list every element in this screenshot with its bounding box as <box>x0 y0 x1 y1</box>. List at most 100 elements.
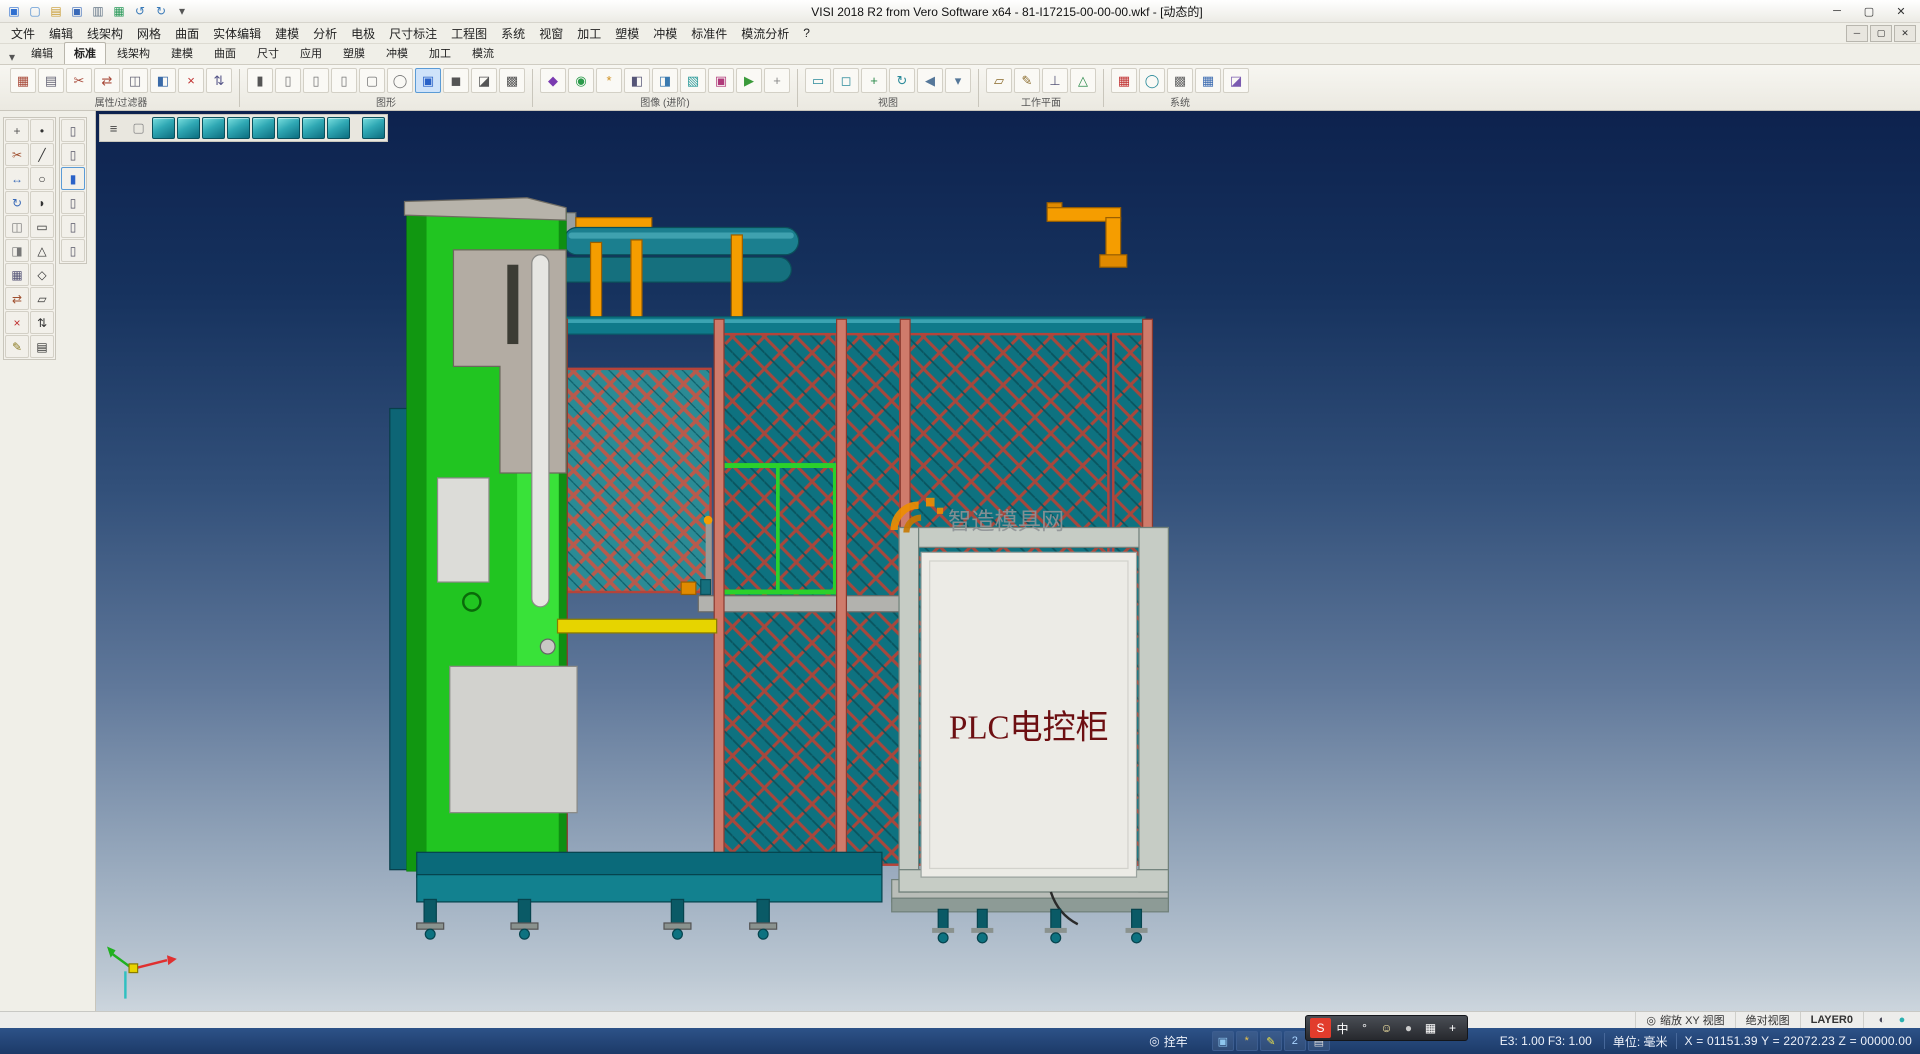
tab-apply[interactable]: 应用 <box>290 42 332 64</box>
trim-icon[interactable]: ✂ <box>5 143 29 166</box>
scale-entity-icon[interactable]: ◨ <box>5 239 29 262</box>
view-dynamic-icon[interactable] <box>362 117 385 139</box>
menu-dimension[interactable]: 尺寸标注 <box>382 23 444 44</box>
modify-icon[interactable]: ✎ <box>5 335 29 358</box>
close-button[interactable]: ✕ <box>1886 2 1916 20</box>
pin-toggle[interactable]: ◎ 拴牢 <box>1149 1033 1188 1050</box>
filter-point-icon[interactable]: ▯ <box>61 215 85 238</box>
workplane-xy-icon[interactable]: ▱ <box>986 68 1012 93</box>
tab-mold[interactable]: 塑膜 <box>333 42 375 64</box>
app-logo-icon[interactable]: ▣ <box>4 3 24 20</box>
workplane-align-icon[interactable]: ⊥ <box>1042 68 1068 93</box>
rotate-entity-icon[interactable]: ↻ <box>5 191 29 214</box>
menu-standard-parts[interactable]: 标准件 <box>684 23 734 44</box>
menu-system[interactable]: 系统 <box>494 23 532 44</box>
view-axonometric-icon[interactable] <box>327 117 350 139</box>
absolute-view-segment[interactable]: 绝对视图 <box>1735 1012 1800 1028</box>
status-edit-icon[interactable]: ✎ <box>1260 1031 1282 1051</box>
view-left-icon[interactable] <box>252 117 275 139</box>
ime-emoji-icon[interactable]: ☺ <box>1376 1018 1397 1038</box>
undo-icon[interactable]: ↺ <box>130 3 150 20</box>
image-settings-icon[interactable]: + <box>764 68 790 93</box>
menu-die[interactable]: 冲模 <box>646 23 684 44</box>
status-online-icon[interactable]: ● <box>1894 1014 1910 1027</box>
animation-icon[interactable]: ▶ <box>736 68 762 93</box>
ime-keyboard-icon[interactable]: ▦ <box>1420 1018 1441 1038</box>
mirror-icon[interactable]: ◫ <box>5 215 29 238</box>
save-file-icon[interactable]: ▣ <box>67 3 87 20</box>
rectangle-icon[interactable]: ▭ <box>30 215 54 238</box>
tab-machining[interactable]: 加工 <box>419 42 461 64</box>
quick-access-dropdown-icon[interactable]: ▾ <box>172 3 192 20</box>
point-icon[interactable]: • <box>30 119 54 142</box>
filter-curve-icon[interactable]: ▯ <box>61 191 85 214</box>
shaded-edges-icon[interactable]: ▣ <box>415 68 441 93</box>
solid-box-icon[interactable]: ◼ <box>443 68 469 93</box>
wireframe-icon[interactable]: ▯ <box>275 68 301 93</box>
menu-surface[interactable]: 曲面 <box>168 23 206 44</box>
calculator-icon[interactable]: ▦ <box>1195 68 1221 93</box>
reflection-icon[interactable]: ◨ <box>652 68 678 93</box>
select-icon[interactable]: + <box>5 119 29 142</box>
workplane-edit-icon[interactable]: ✎ <box>1014 68 1040 93</box>
print-icon[interactable]: ▥ <box>88 3 108 20</box>
hidden-line-icon[interactable]: ▯ <box>303 68 329 93</box>
tab-standard[interactable]: 标准 <box>64 42 106 64</box>
swap-entities-icon[interactable]: ⇄ <box>94 68 120 93</box>
zoom-all-icon[interactable]: ▭ <box>805 68 831 93</box>
filter-surface-icon[interactable]: ▯ <box>61 143 85 166</box>
menu-drawing[interactable]: 工程图 <box>444 23 494 44</box>
sphere-render-icon[interactable]: ◯ <box>387 68 413 93</box>
background-image-icon[interactable]: ▧ <box>680 68 706 93</box>
status-render-icon[interactable]: * <box>1236 1031 1258 1051</box>
color-palette-icon[interactable]: ▦ <box>1111 68 1137 93</box>
join-icon[interactable]: ⇄ <box>5 287 29 310</box>
menu-help[interactable]: ? <box>796 24 817 42</box>
circle-icon[interactable]: ○ <box>30 167 54 190</box>
tab-surface[interactable]: 曲面 <box>204 42 246 64</box>
tab-die[interactable]: 冲模 <box>376 42 418 64</box>
ghost-view-icon[interactable]: ▯ <box>331 68 357 93</box>
rotate-view-icon[interactable]: ↻ <box>889 68 915 93</box>
section-view-icon[interactable]: ◪ <box>471 68 497 93</box>
preview-icon[interactable]: ▦ <box>109 3 129 20</box>
view-list-icon[interactable]: ≡ <box>102 117 125 139</box>
mdi-close-button[interactable]: ✕ <box>1894 25 1916 42</box>
shadows-icon[interactable]: ◧ <box>624 68 650 93</box>
system-globe-icon[interactable]: ◯ <box>1139 68 1165 93</box>
shaded-view-icon[interactable]: ▮ <box>247 68 273 93</box>
status-help-icon[interactable]: 2 <box>1284 1031 1306 1051</box>
view-right-icon[interactable] <box>277 117 300 139</box>
menu-edit[interactable]: 编辑 <box>42 23 80 44</box>
view-iso-icon[interactable] <box>152 117 175 139</box>
layer-copy-icon[interactable]: ◫ <box>122 68 148 93</box>
transfer-icon[interactable]: ⇅ <box>206 68 232 93</box>
menu-window[interactable]: 视窗 <box>532 23 570 44</box>
parallelogram-icon[interactable]: ▱ <box>30 287 54 310</box>
attribute-filter-icon[interactable]: ▦ <box>10 68 36 93</box>
sogou-icon[interactable]: S <box>1310 1018 1331 1038</box>
polygon-icon[interactable]: △ <box>30 239 54 262</box>
ellipse-icon[interactable]: ◇ <box>30 263 54 286</box>
text-tool-icon[interactable]: ▤ <box>30 335 54 358</box>
menu-mesh[interactable]: 网格 <box>130 23 168 44</box>
menu-file[interactable]: 文件 <box>4 23 42 44</box>
tab-modeling[interactable]: 建模 <box>161 42 203 64</box>
translate-icon[interactable]: ↔ <box>5 167 29 190</box>
tab-wireframe[interactable]: 线架构 <box>107 42 160 64</box>
mdi-minimize-button[interactable]: ─ <box>1846 25 1868 42</box>
erase-icon[interactable]: × <box>5 311 29 334</box>
cut-entities-icon[interactable]: ✂ <box>66 68 92 93</box>
menu-analysis[interactable]: 分析 <box>306 23 344 44</box>
tab-flow[interactable]: 模流 <box>462 42 504 64</box>
ime-cn-icon[interactable]: 中 <box>1332 1018 1353 1038</box>
view-top-icon[interactable] <box>177 117 200 139</box>
filter-solid-icon[interactable]: ▮ <box>61 167 85 190</box>
offset-icon[interactable]: ⇅ <box>30 311 54 334</box>
array-icon[interactable]: ▦ <box>5 263 29 286</box>
menu-electrode[interactable]: 电极 <box>344 23 382 44</box>
paint-attributes-icon[interactable]: ◧ <box>150 68 176 93</box>
tab-edit[interactable]: 编辑 <box>21 42 63 64</box>
transparent-view-icon[interactable]: ▢ <box>359 68 385 93</box>
viewport-3d[interactable]: ≡▢ <box>96 111 1920 1011</box>
